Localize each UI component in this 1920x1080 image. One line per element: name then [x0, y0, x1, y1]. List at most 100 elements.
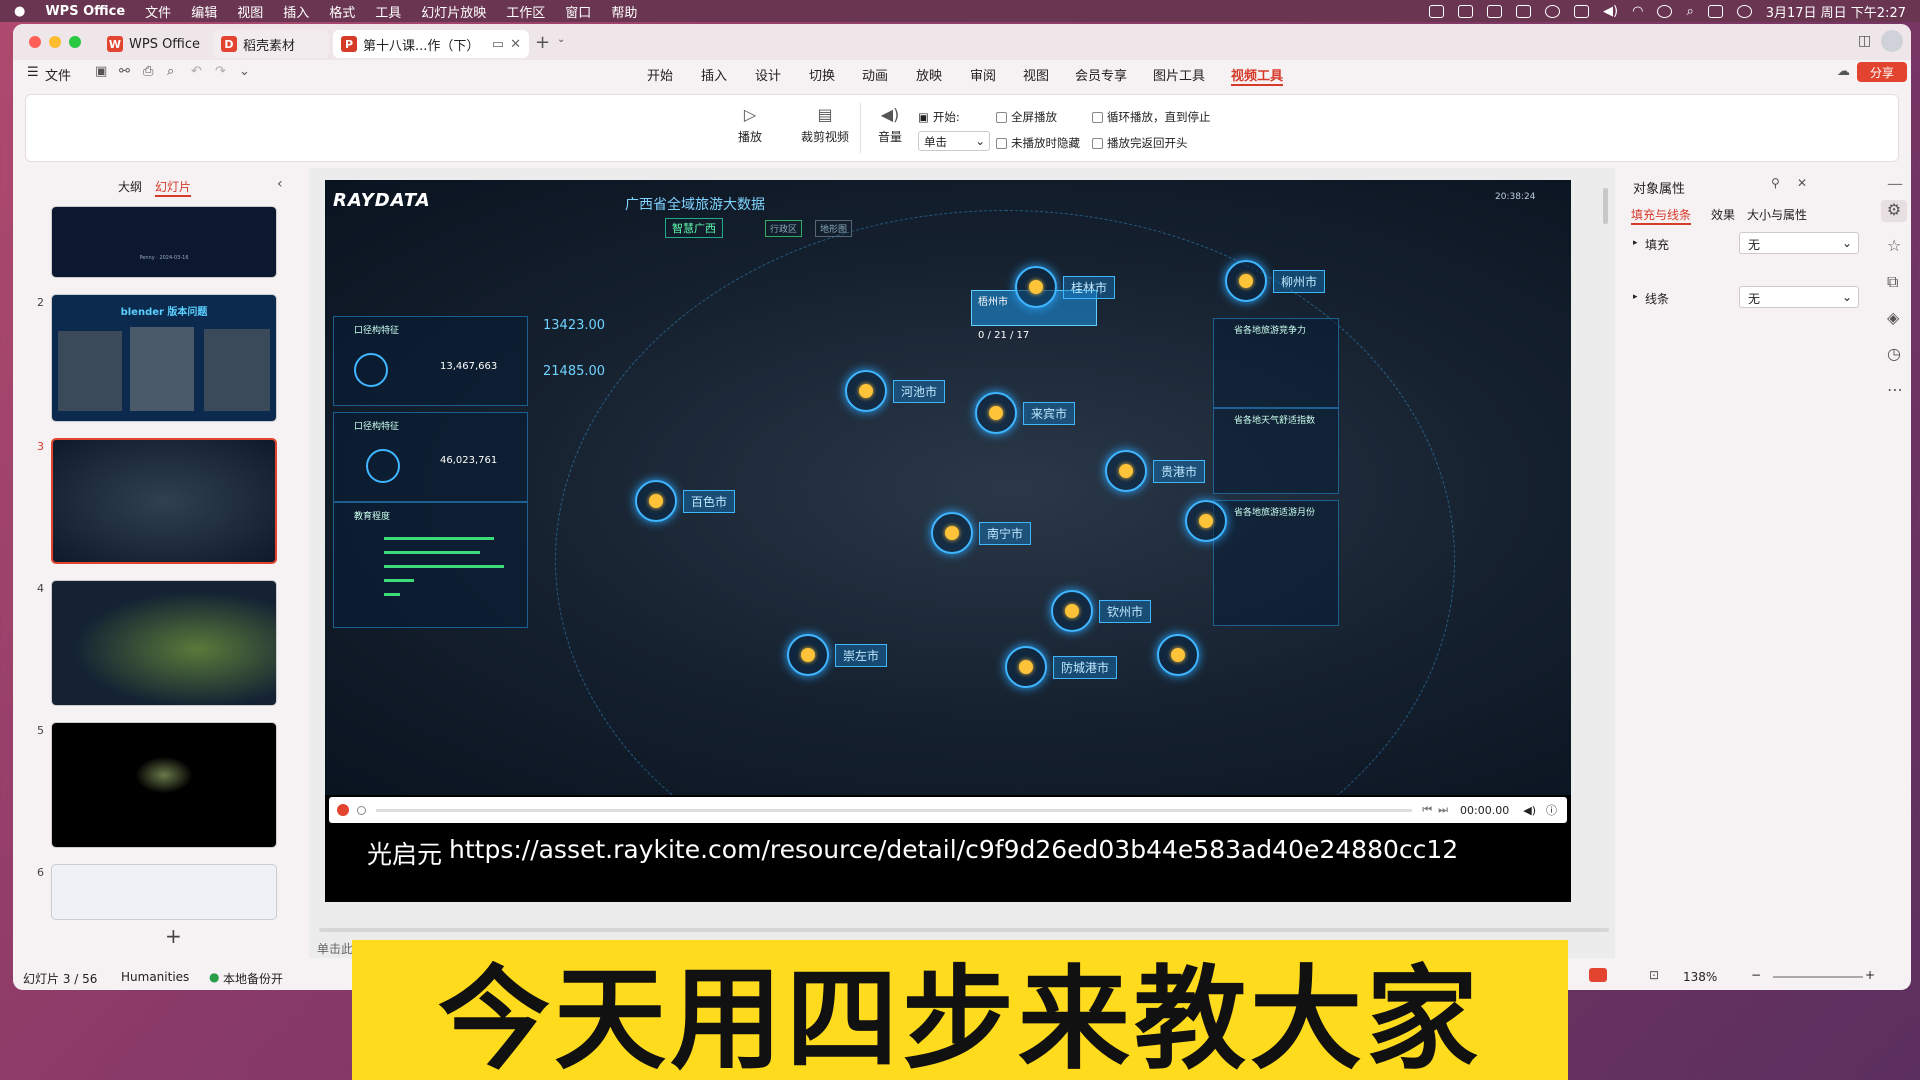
slide-thumbnail-5[interactable] [51, 722, 277, 848]
start-select[interactable]: 单击 ⌄ [918, 131, 990, 151]
notes-hint[interactable]: 单击此 [317, 940, 353, 957]
siri-icon[interactable] [1736, 4, 1752, 18]
city-marker-chongzuo[interactable]: 崇左市 [787, 634, 888, 676]
city-marker-nanning[interactable]: 南宁市 [931, 512, 1032, 554]
tab-presentation[interactable]: P 第十八课...作（下） ▭ ✕ [333, 30, 529, 58]
weather-marker[interactable] [1157, 634, 1199, 676]
tab-docer[interactable]: D 稻壳素材 [213, 30, 329, 58]
play-pause-button[interactable] [337, 804, 349, 816]
hide-checkbox[interactable]: 未播放时隐藏 [996, 135, 1080, 151]
tab-fill-line[interactable]: 填充与线条 [1631, 206, 1692, 225]
ribbon-tab-slideshow[interactable]: 放映 [916, 65, 942, 84]
fill-label[interactable]: 填充 [1645, 236, 1669, 253]
vertical-scrollbar[interactable] [1603, 188, 1608, 224]
slide-thumbnail-6[interactable] [51, 864, 277, 920]
progress-thumb[interactable] [357, 805, 366, 815]
share-button[interactable]: 分享 [1857, 62, 1907, 82]
tab-effects[interactable]: 效果 [1711, 206, 1735, 223]
city-marker-guigang[interactable]: 贵港市 [1105, 450, 1206, 492]
control-center-icon[interactable] [1707, 4, 1723, 18]
tab-size-props[interactable]: 大小与属性 [1747, 206, 1807, 223]
caption-url[interactable]: https://asset.raykite.com/resource/detai… [449, 835, 1458, 864]
more-icon[interactable]: ⋯ [1887, 380, 1903, 399]
zoom-level[interactable]: 138% [1683, 970, 1717, 984]
menu-file[interactable]: 文件 [145, 2, 171, 21]
file-menu[interactable]: 文件 [45, 65, 71, 84]
input-method-icon[interactable] [1574, 4, 1590, 18]
ribbon-tab-picture-tools[interactable]: 图片工具 [1153, 65, 1205, 84]
tab-wps-office[interactable]: W WPS Office [99, 30, 209, 58]
player-info-icon[interactable]: ⓘ [1546, 802, 1557, 818]
rewind-checkbox[interactable]: 播放完返回开头 [1092, 135, 1188, 151]
properties-title[interactable]: 对象属性 [1633, 178, 1685, 197]
avatar[interactable] [1881, 30, 1903, 52]
city-marker-guilin[interactable]: 桂林市 [1015, 266, 1116, 308]
undo-icon[interactable]: ↶ [191, 64, 202, 79]
player-volume-icon[interactable]: ◀) [1523, 804, 1536, 817]
wifi-icon[interactable]: ◠ [1632, 4, 1643, 19]
record-icon[interactable] [1429, 4, 1445, 18]
city-marker-fangchenggang[interactable]: 防城港市 [1005, 646, 1118, 688]
volume-button[interactable]: ◀) 音量 [870, 105, 910, 145]
wps-tray-icon[interactable] [1458, 4, 1474, 18]
menu-help[interactable]: 帮助 [611, 2, 637, 21]
slide-thumbnail-1[interactable]: Penny · 2024-03-16 [51, 206, 277, 278]
ribbon-tab-home[interactable]: 开始 [647, 65, 673, 84]
menu-workspace[interactable]: 工作区 [506, 2, 545, 21]
volume-icon[interactable]: ◀) [1603, 4, 1618, 19]
maximize-window-button[interactable] [69, 36, 81, 48]
ribbon-tab-review[interactable]: 审阅 [970, 65, 996, 84]
history-icon[interactable]: ◷ [1887, 344, 1901, 363]
preview-icon[interactable]: ⌕ [167, 64, 174, 79]
tab-slides[interactable]: 幻灯片 [155, 178, 192, 197]
play-button[interactable]: ▷ 播放 [730, 105, 770, 145]
properties-icon[interactable]: ⚙ [1881, 200, 1907, 222]
skip-back-icon[interactable]: ⏮ [1422, 803, 1432, 817]
terminal-icon[interactable] [1516, 4, 1532, 18]
more-chevron-icon[interactable]: ⌄ [239, 64, 250, 79]
slide-thumbnail-3-selected[interactable] [51, 438, 277, 564]
trim-video-button[interactable]: ▤ 裁剪视频 [798, 105, 852, 145]
skip-forward-icon[interactable]: ⏭ [1438, 803, 1448, 817]
close-icon[interactable]: ✕ [1797, 176, 1807, 190]
menu-view[interactable]: 视图 [237, 2, 263, 21]
link-icon[interactable]: ⚯ [119, 64, 130, 79]
slide-thumbnail-4[interactable] [51, 580, 277, 706]
fit-screen-icon[interactable]: ⊡ [1649, 968, 1659, 982]
caret-right-icon[interactable]: ▸ [1633, 292, 1638, 302]
menu-tools[interactable]: 工具 [375, 2, 401, 21]
minimize-panel-icon[interactable]: — [1887, 174, 1903, 193]
close-window-button[interactable] [29, 36, 41, 48]
city-marker-laibin[interactable]: 来宾市 [975, 392, 1076, 434]
ribbon-tab-view[interactable]: 视图 [1023, 65, 1049, 84]
apple-icon[interactable]: ● [14, 4, 25, 19]
save-icon[interactable]: ▣ [95, 64, 107, 79]
line-label[interactable]: 线条 [1645, 290, 1669, 307]
copy-icon[interactable]: ⧉ [1887, 272, 1898, 292]
menu-insert[interactable]: 插入 [283, 2, 309, 21]
add-slide-icon[interactable]: + [165, 924, 182, 948]
play-circle-icon[interactable] [1545, 4, 1561, 18]
city-marker-qinzhou[interactable]: 钦州市 [1051, 590, 1152, 632]
menubar-app-name[interactable]: WPS Office [45, 4, 125, 19]
fullscreen-checkbox[interactable]: 全屏播放 [996, 109, 1057, 125]
fill-select[interactable]: 无 ⌄ [1739, 232, 1859, 254]
search-icon[interactable]: ⌕ [1686, 4, 1693, 19]
monitor-icon[interactable]: ▭ [492, 37, 504, 52]
slideshow-play-icon[interactable] [1589, 968, 1607, 982]
minimize-window-button[interactable] [49, 36, 61, 48]
zoom-slider[interactable] [1773, 976, 1863, 978]
backup-status[interactable]: 本地备份开 [223, 970, 283, 987]
close-tab-icon[interactable]: ✕ [510, 37, 521, 52]
video-frame[interactable]: RAYDATA 广西省全域旅游大数据 智慧广西 行政区 地形图 20:38:24… [325, 180, 1571, 795]
ribbon-tab-animation[interactable]: 动画 [862, 65, 888, 84]
new-tab-icon[interactable]: + [535, 32, 550, 53]
ribbon-tab-video-tools[interactable]: 视频工具 [1231, 65, 1284, 86]
line-select[interactable]: 无 ⌄ [1739, 286, 1859, 308]
ribbon-tab-transition[interactable]: 切换 [809, 65, 835, 84]
slide-canvas[interactable]: RAYDATA 广西省全域旅游大数据 智慧广西 行政区 地形图 20:38:24… [325, 180, 1571, 902]
city-marker-baise[interactable]: 百色市 [635, 480, 736, 522]
user-icon[interactable] [1657, 4, 1673, 18]
menu-edit[interactable]: 编辑 [191, 2, 217, 21]
calendar-icon[interactable] [1487, 4, 1503, 18]
